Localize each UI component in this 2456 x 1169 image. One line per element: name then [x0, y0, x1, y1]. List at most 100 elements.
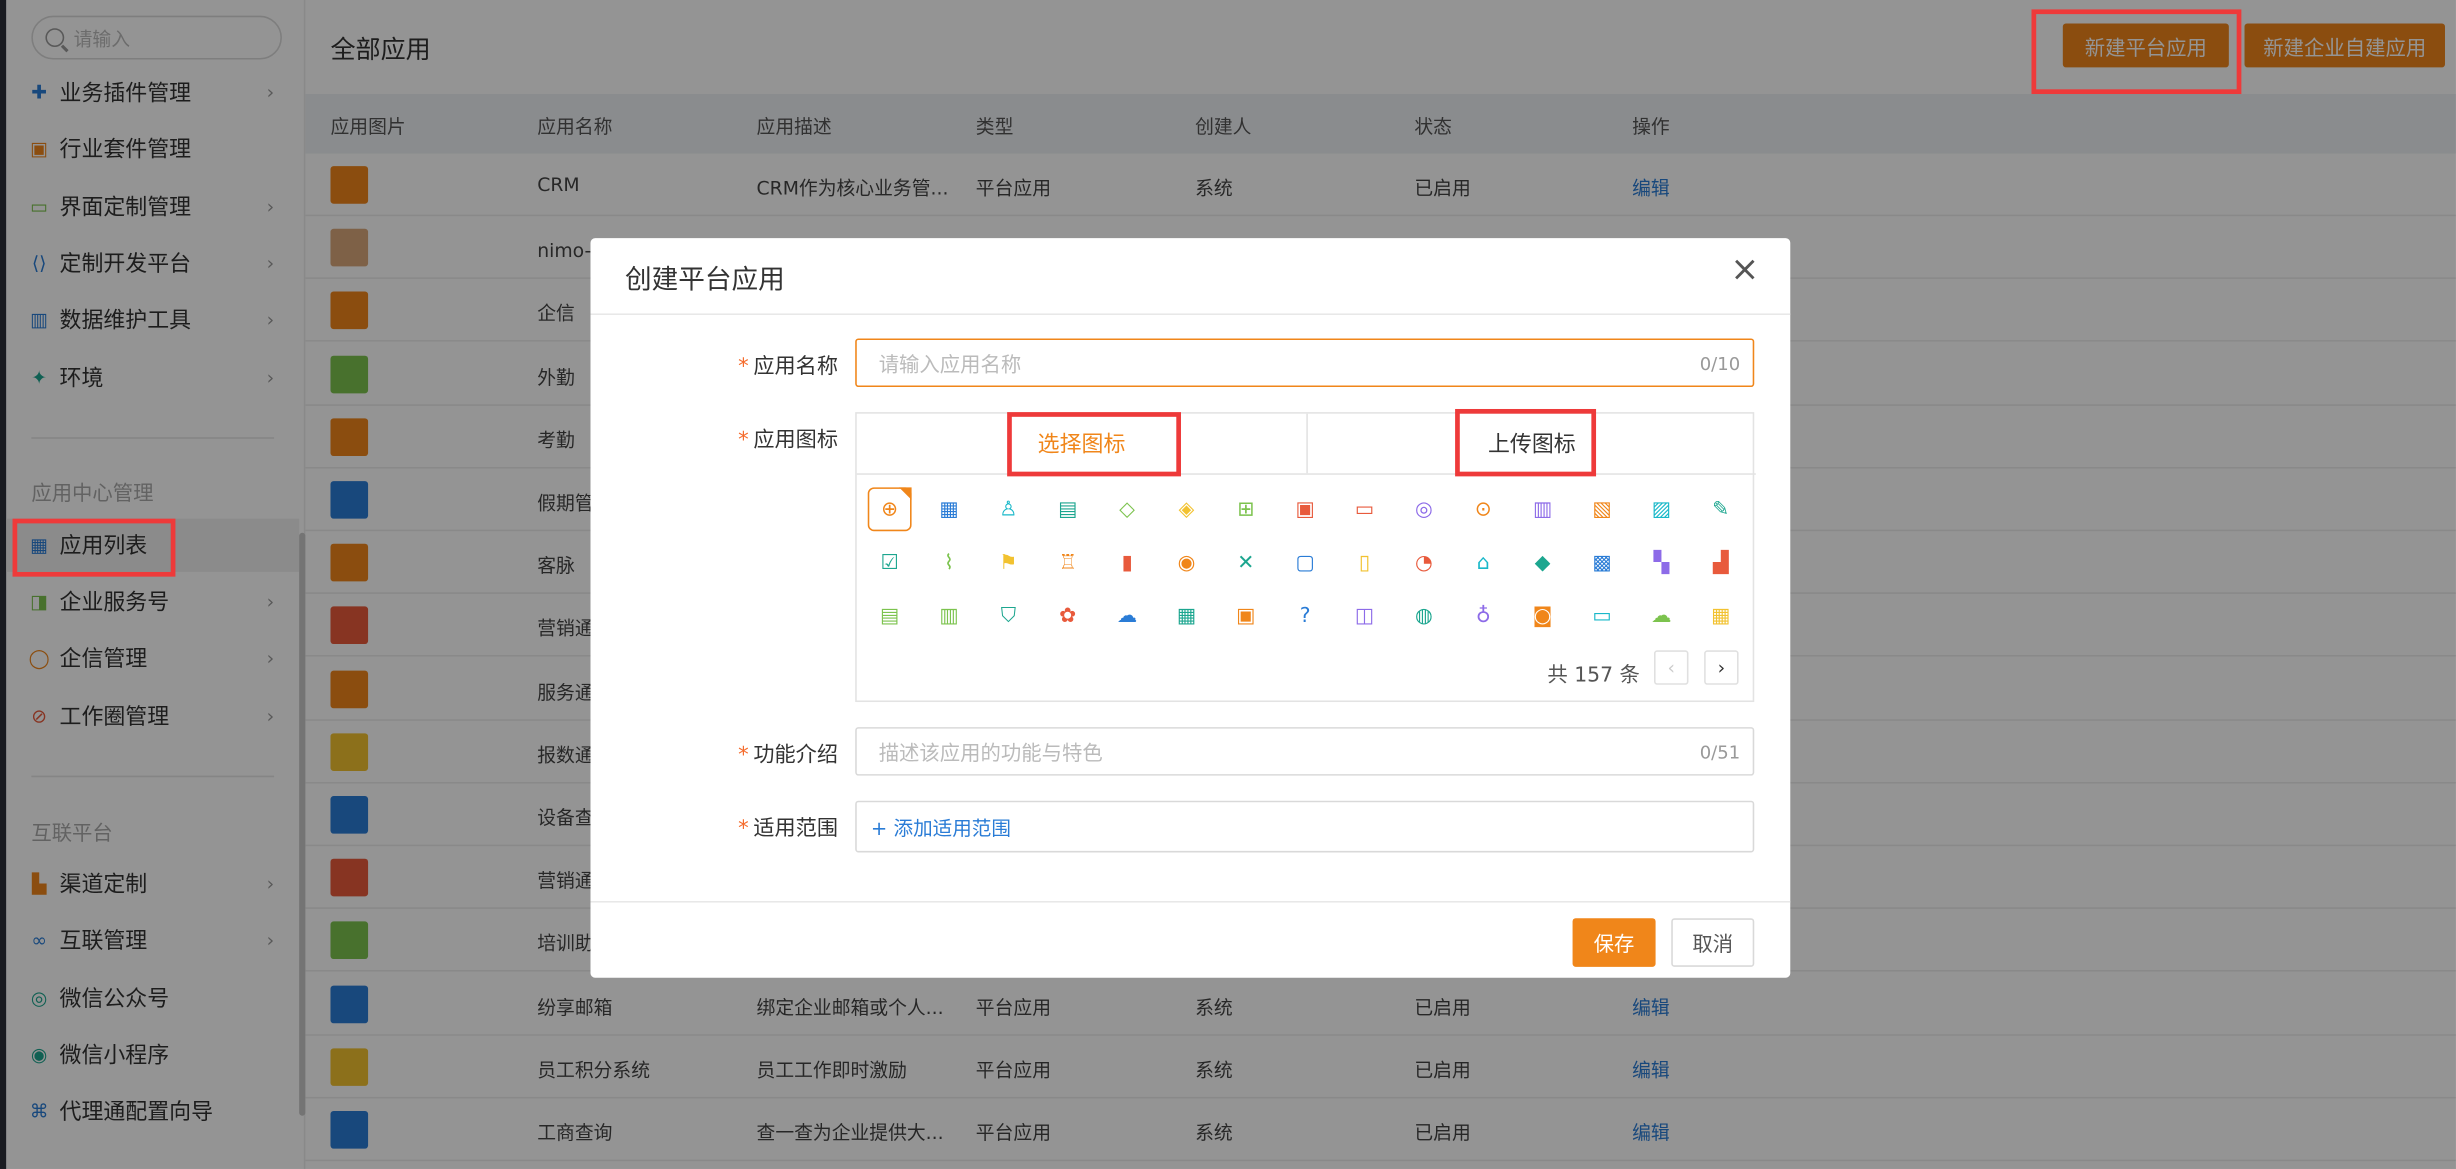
- app-icon-option[interactable]: ⊙: [1461, 487, 1505, 531]
- option-glyph-icon: ▤: [880, 605, 900, 629]
- option-glyph-icon: ☁: [1651, 605, 1672, 629]
- app-icon-option[interactable]: ♙: [986, 487, 1030, 531]
- app-icon-option[interactable]: ◉: [1165, 541, 1209, 585]
- required-mark: *: [738, 354, 749, 380]
- app-icon-option[interactable]: ♁: [1461, 595, 1505, 639]
- option-glyph-icon: ▤: [1058, 497, 1078, 522]
- description-label: * 功能介绍: [681, 736, 838, 768]
- create-platform-app-dialog: 创建平台应用 × * 应用名称 请输入应用名称 0/10 * 应用图标 选择图标 上…: [590, 238, 1791, 978]
- highlight-box: [2031, 9, 2242, 95]
- app-icon-option[interactable]: ♖: [1046, 541, 1090, 585]
- app-icon-label: * 应用图标: [681, 422, 838, 453]
- cancel-button[interactable]: 取消: [1671, 918, 1755, 967]
- app-name-label: * 应用名称: [681, 348, 838, 379]
- app-icon-option[interactable]: ◍: [1402, 595, 1446, 639]
- app-icon-option[interactable]: ▢: [1283, 541, 1327, 585]
- highlight-box: [12, 518, 176, 577]
- option-glyph-icon: ◫: [1354, 605, 1375, 629]
- app-icon-option[interactable]: ⌇: [927, 541, 971, 585]
- app-icon-option[interactable]: ▣: [1224, 595, 1268, 639]
- option-glyph-icon: ▣: [1295, 497, 1315, 522]
- app-icon-option[interactable]: ▭: [1580, 595, 1624, 639]
- app-icon-option[interactable]: ◎: [1402, 487, 1446, 531]
- option-glyph-icon: ◍: [1415, 605, 1433, 629]
- app-icon-option[interactable]: ▤: [868, 595, 912, 639]
- app-icon-option[interactable]: ▟: [1699, 541, 1743, 585]
- option-glyph-icon: ✿: [1059, 605, 1077, 629]
- app-icon-option[interactable]: ▚: [1639, 541, 1683, 585]
- option-glyph-icon: ▢: [1295, 551, 1315, 575]
- icon-picker: 选择图标 上传图标 ⊕ ▦ ♙ ▤ ◇ ◈ ⊞ ▣ ▭ ◎ ⊙ ▥ ▧ ▨ ✎ ☑ ⌇ ⚑ ♖ ▮ ◉ ✕ ▢ ▯ ◔ ⌂ ◆ ▩ ▚ ▟…: [855, 412, 1756, 703]
- option-glyph-icon: ▮: [1121, 551, 1133, 575]
- dialog-divider: [590, 313, 1791, 315]
- app-icon-option[interactable]: ✎: [1699, 487, 1743, 531]
- app-name-input[interactable]: 请输入应用名称 0/10: [855, 338, 1755, 388]
- scope-field: + 添加适用范围: [855, 800, 1755, 853]
- option-glyph-icon: ▨: [1651, 497, 1671, 522]
- input-placeholder: 描述该应用的功能与特色: [878, 742, 1103, 767]
- option-glyph-icon: ▥: [1532, 497, 1553, 522]
- app-icon-option[interactable]: ▣: [1283, 487, 1327, 531]
- app-icon-option[interactable]: ◔: [1402, 541, 1446, 585]
- option-glyph-icon: ⊕: [881, 497, 899, 522]
- char-counter: 0/51: [1699, 741, 1741, 764]
- app-icon-option[interactable]: ⊕: [867, 487, 912, 532]
- app-icon-option[interactable]: ☁: [1639, 595, 1683, 639]
- app-icon-option[interactable]: ◈: [1165, 487, 1209, 531]
- option-glyph-icon: ⊞: [1237, 497, 1255, 522]
- app-icon-option[interactable]: ▦: [1699, 595, 1743, 639]
- app-icon-option[interactable]: ⛉: [986, 595, 1030, 639]
- scope-label: * 适用范围: [681, 810, 838, 841]
- app-icon-option[interactable]: ▨: [1639, 487, 1683, 531]
- app-icon-option[interactable]: ▦: [1165, 595, 1209, 639]
- app-root: 请输入 ✚ 业务插件管理 › ▣ 行业套件管理 ▭ 界面定制管理 › ⟨⟩ 定制开发平台 › ▥ 数据维…: [0, 0, 2456, 1169]
- app-icon-option[interactable]: ✿: [1046, 595, 1090, 639]
- close-icon[interactable]: ×: [1728, 253, 1762, 288]
- char-counter: 0/10: [1699, 352, 1741, 375]
- option-glyph-icon: ◇: [1119, 497, 1135, 522]
- app-icon-option[interactable]: ▯: [1343, 541, 1387, 585]
- add-scope-link[interactable]: + 添加适用范围: [871, 812, 1011, 842]
- app-icon-option[interactable]: ⊞: [1224, 487, 1268, 531]
- option-glyph-icon: ✎: [1712, 497, 1730, 522]
- next-page-button[interactable]: ›: [1704, 650, 1739, 685]
- option-glyph-icon: ▦: [939, 497, 959, 522]
- app-icon-option[interactable]: ◆: [1521, 541, 1565, 585]
- app-icon-option[interactable]: ▩: [1580, 541, 1624, 585]
- app-icon-option[interactable]: ◇: [1105, 487, 1149, 531]
- prev-page-button[interactable]: ‹: [1654, 650, 1689, 685]
- option-glyph-icon: ▣: [1236, 605, 1256, 629]
- app-icon-option[interactable]: ▮: [1105, 541, 1149, 585]
- app-icon-option[interactable]: ?: [1283, 595, 1327, 639]
- option-glyph-icon: ♙: [999, 497, 1018, 522]
- description-input[interactable]: 描述该应用的功能与特色 0/51: [855, 727, 1755, 776]
- app-icon-option[interactable]: ▧: [1580, 487, 1624, 531]
- app-icon-option[interactable]: ✕: [1224, 541, 1268, 585]
- highlight-box: [1007, 412, 1181, 477]
- option-glyph-icon: ⚑: [999, 551, 1018, 575]
- label-text: 功能介绍: [753, 742, 838, 768]
- app-icon-option[interactable]: ▥: [927, 595, 971, 639]
- app-icon-option[interactable]: ▭: [1343, 487, 1387, 531]
- option-glyph-icon: ▟: [1712, 551, 1729, 575]
- app-icon-option[interactable]: ⚑: [986, 541, 1030, 585]
- option-glyph-icon: ☁: [1116, 605, 1138, 629]
- app-icon-option[interactable]: ☁: [1105, 595, 1149, 639]
- app-icon-option[interactable]: ▦: [927, 487, 971, 531]
- option-glyph-icon: ◙: [1532, 605, 1553, 629]
- app-icon-option[interactable]: ▥: [1521, 487, 1565, 531]
- app-icon-option[interactable]: ◫: [1343, 595, 1387, 639]
- app-icon-option[interactable]: ◙: [1521, 595, 1565, 639]
- option-glyph-icon: ?: [1299, 605, 1311, 629]
- app-icon-option[interactable]: ▤: [1046, 487, 1090, 531]
- tab-divider: [856, 473, 1756, 475]
- option-glyph-icon: ◈: [1178, 497, 1195, 522]
- app-icon-option[interactable]: ⌂: [1461, 541, 1505, 585]
- option-glyph-icon: ⌇: [944, 551, 954, 575]
- option-glyph-icon: ✕: [1237, 551, 1255, 575]
- total-count: 共 157 条: [1547, 664, 1640, 688]
- label-text: 应用图标: [753, 427, 838, 453]
- save-button[interactable]: 保存: [1572, 918, 1656, 967]
- required-mark: *: [738, 816, 749, 842]
- app-icon-option[interactable]: ☑: [868, 541, 912, 585]
